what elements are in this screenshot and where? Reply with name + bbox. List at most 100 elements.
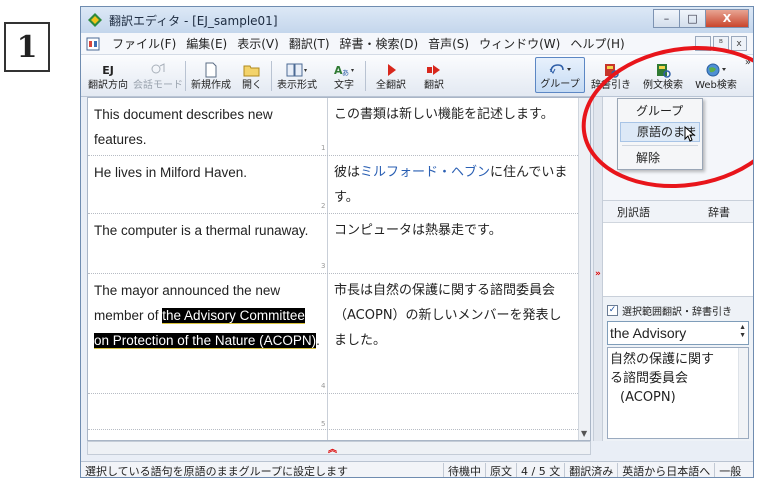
horizontal-splitter[interactable]: ︽ [87,441,591,455]
display-format-icon [286,61,308,79]
document-icon [86,37,100,50]
new-document-button[interactable]: 新規作成 [187,57,235,93]
term-spinner-icon[interactable]: ▲ ▼ [739,324,746,340]
menu-bar: ファイル(F) 編集(E) 表示(V) 翻訳(T) 辞書・検索(D) 音声(S)… [81,33,753,55]
doc-minimize-button[interactable]: _ [695,36,711,51]
title-bar[interactable]: 翻訳エディタ - [EJ_sample01] – □ X [81,7,753,33]
menu-view[interactable]: 表示(V) [232,35,284,52]
toolbar-separator [365,61,366,91]
translation-line: 自然の保護に関す [610,352,715,367]
window-title: 翻訳エディタ - [EJ_sample01] [109,13,278,28]
example-search-icon [655,61,671,79]
toolbar-separator [271,61,272,91]
expand-up-chevron-icon[interactable]: ︽ [328,442,337,455]
status-position: 4 / 5 文 [516,462,564,477]
expand-panel-chevron-icon[interactable]: » [595,269,601,279]
status-bar: 選択している語句を原語のままグループに設定します 待機中 原文 4 / 5 文 … [81,461,753,477]
row-number: 2 [321,202,326,210]
translation-line: る諮問委員会 [610,371,689,386]
selection-translate-checkbox-row[interactable]: ✓ 選択範囲翻訳・辞書引き [603,301,753,319]
target-sentence[interactable]: この書類は新しい機能を記述します。 [334,102,570,127]
source-sentence[interactable]: The computer is a thermal runaway. [94,218,322,243]
web-search-button[interactable]: Web検索 [693,57,739,93]
scroll-down-arrow-icon[interactable]: ▼ [581,429,587,438]
panel-splitter[interactable]: » [593,97,603,441]
target-sentence[interactable]: コンピュータは熱暴走です。 [334,218,570,243]
menu-speech[interactable]: 音声(S) [423,35,474,52]
new-document-label: 新規作成 [191,80,231,91]
group-label: グループ [540,79,580,90]
menu-help[interactable]: ヘルプ(H) [565,35,629,52]
example-search-button[interactable]: 例文検索 [637,57,689,93]
sentence-row[interactable]: 5 [88,394,590,430]
output-scrollbar[interactable] [738,348,748,438]
translate-all-button[interactable]: 全翻訳 [369,57,413,93]
dictionary-column-header[interactable]: 辞書 [708,204,730,220]
target-sentence[interactable]: 市長は自然の保護に関する諮問委員会（ACOPN）の新しいメンバーを発表しました。 [334,278,570,353]
selection-translation-output[interactable]: 自然の保護に関す る諮問委員会 (ACOPN) [607,347,749,439]
font-label: 文字 [334,80,354,91]
open-button[interactable]: 開く [237,57,267,93]
sentence-row[interactable]: The computer is a thermal runaway. コンピュー… [88,214,590,274]
selection-translate-checkbox[interactable]: ✓ [607,304,618,316]
row-number: 4 [321,382,326,390]
place-name-link[interactable]: ミルフォード・ヘブン [360,165,490,180]
target-sentence[interactable]: 彼はミルフォード・ヘブンに住んでいます。 [334,160,570,210]
alt-translation-header: 別訳語 辞書 [603,201,753,223]
menu-edit[interactable]: 編集(E) [181,35,232,52]
display-format-label: 表示形式 [277,80,317,91]
toolbar-separator [185,61,186,91]
doc-restore-button[interactable]: ᴮ [713,36,729,51]
row-number: 1 [321,144,326,152]
group-icon [548,60,572,78]
menu-window[interactable]: ウィンドウ(W) [474,35,565,52]
globe-icon [705,61,727,79]
alt-translation-list[interactable] [603,223,753,297]
new-document-icon [204,61,218,79]
dictionary-lookup-button[interactable]: 辞書引き [589,57,633,93]
dictionary-icon [603,61,619,79]
menu-file[interactable]: ファイル(F) [107,35,181,52]
translate-button[interactable]: 翻訳 [419,57,449,93]
source-sentence[interactable]: He lives in Milford Haven. [94,160,322,185]
status-state: 待機中 [443,462,485,477]
source-sentence[interactable]: This document describes new features. [94,102,322,152]
status-field: 一般 [714,462,745,477]
sentence-row[interactable]: This document describes new features. この… [88,98,590,156]
dictionary-lookup-label: 辞書引き [591,80,631,91]
translation-direction-icon: EJ [102,63,114,77]
mouse-cursor-icon [684,126,696,142]
group-button[interactable]: グループ [535,57,585,93]
alt-translation-column-header[interactable]: 別訳語 [617,204,650,220]
source-text: . [316,333,320,348]
conversation-mode-icon [150,61,166,79]
parallel-document-view: This document describes new features. この… [87,97,591,441]
term-input[interactable]: the Advisory ▲ ▼ [607,321,749,345]
doc-close-button[interactable]: x [731,36,747,51]
selection-translate-label: 選択範囲翻訳・辞書引き [622,306,732,318]
conversation-mode-button[interactable]: 会話モード [133,57,183,93]
status-translated: 翻訳済み [564,462,617,477]
menu-dictionary-search[interactable]: 辞書・検索(D) [335,35,424,52]
close-button[interactable]: X [705,9,749,28]
term-input-value: the Advisory [610,325,687,341]
document-vertical-scrollbar[interactable]: ▼ [578,98,590,440]
row-number: 5 [321,420,326,428]
menu-item-group[interactable]: グループ [620,101,700,121]
window-controls: – □ X [653,9,749,28]
menu-translate[interactable]: 翻訳(T) [284,35,335,52]
maximize-button[interactable]: □ [679,9,705,28]
group-dropdown-menu: グループ 原語のまま 解除 [617,98,703,170]
source-sentence[interactable]: The mayor announced the new member of th… [94,278,322,353]
open-folder-icon [243,61,261,79]
translation-direction-button[interactable]: EJ 翻訳方向 [85,57,131,93]
minimize-button[interactable]: – [653,9,679,28]
menu-item-ungroup[interactable]: 解除 [620,148,700,168]
toolbar-overflow-chevron-icon[interactable]: » [745,57,751,68]
translation-editor-window: 翻訳エディタ - [EJ_sample01] – □ X ファイル(F) 編集(… [80,6,754,478]
sentence-row[interactable]: He lives in Milford Haven. 彼はミルフォード・ヘブンに… [88,156,590,214]
font-button[interactable]: Aあ 文字 [327,57,361,93]
sentence-row[interactable]: The mayor announced the new member of th… [88,274,590,394]
conversation-mode-label: 会話モード [133,80,183,91]
display-format-button[interactable]: 表示形式 [273,57,321,93]
